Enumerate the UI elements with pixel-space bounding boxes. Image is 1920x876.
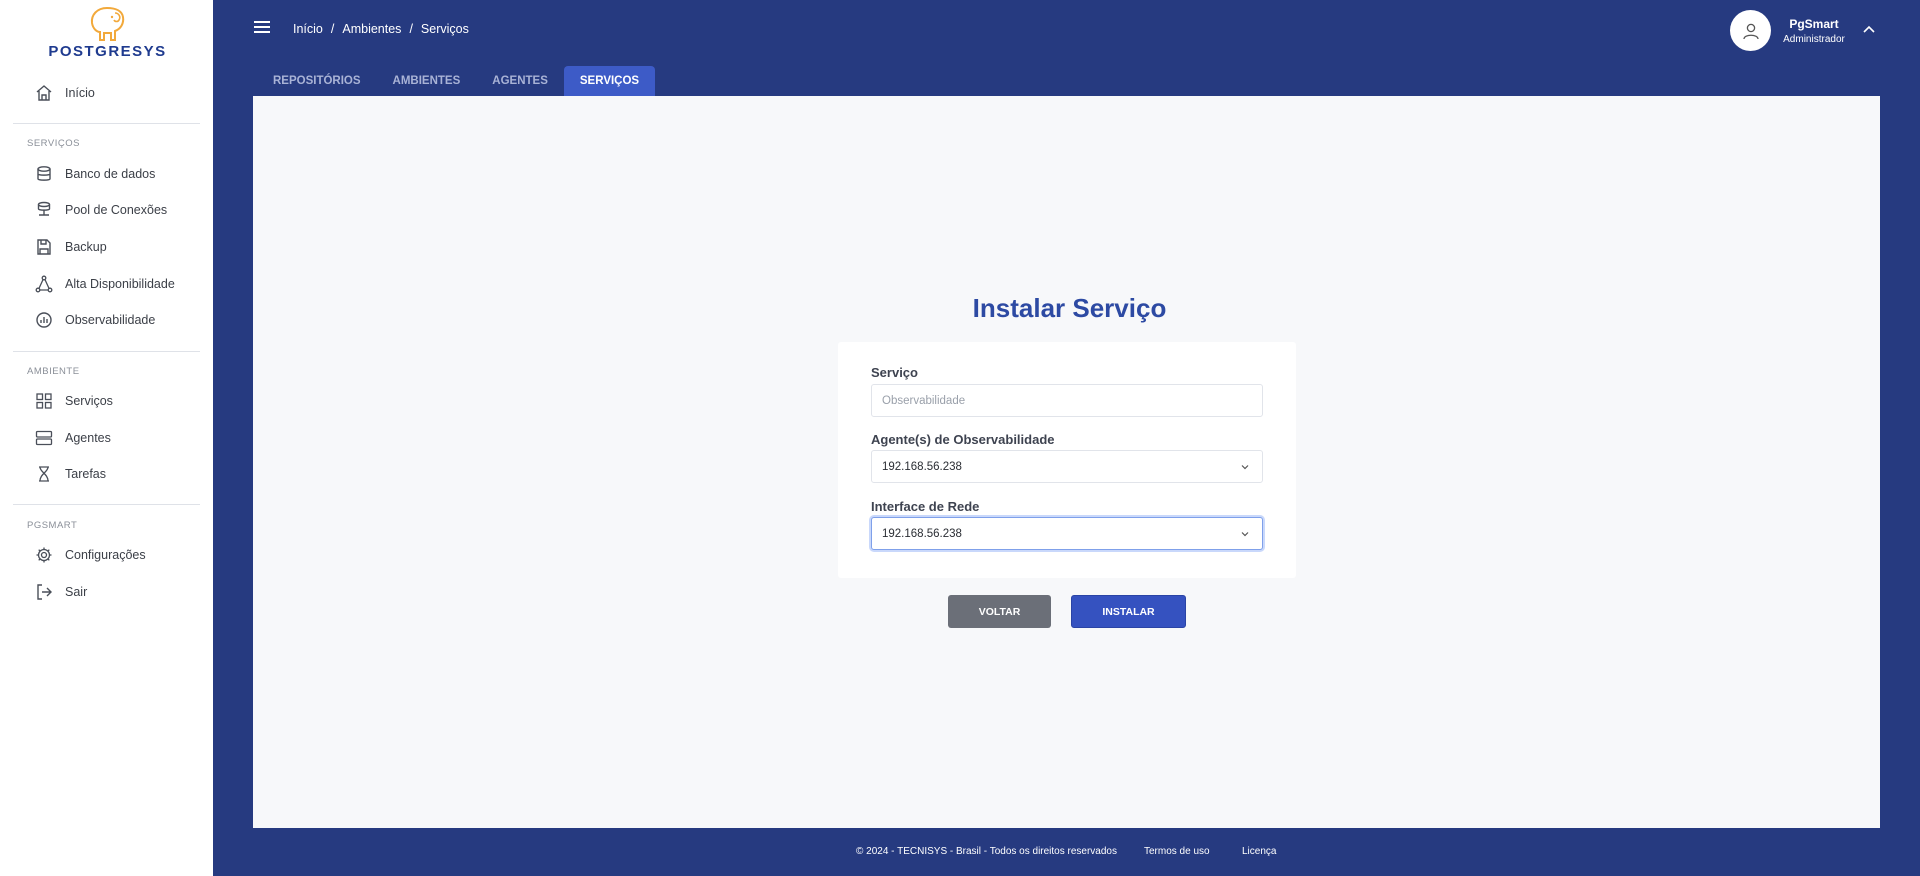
page-title: Instalar Serviço: [253, 293, 1880, 324]
user-icon: [1742, 23, 1759, 39]
tab-repositorios[interactable]: REPOSITÓRIOS: [257, 66, 377, 96]
user-name: PgSmart: [1789, 17, 1839, 31]
elephant-logo-icon: [90, 6, 125, 41]
hourglass-icon: [33, 463, 55, 485]
interface-label: Interface de Rede: [871, 499, 980, 514]
tab-agentes[interactable]: AGENTES: [476, 66, 564, 96]
logo-text: POSTGRESYS: [48, 43, 167, 60]
service-input[interactable]: Observabilidade: [871, 384, 1263, 417]
service-label: Serviço: [871, 365, 918, 380]
logout-icon: [33, 581, 55, 603]
agents-select[interactable]: 192.168.56.238: [871, 450, 1263, 483]
sidebar-item-label: Serviços: [65, 394, 113, 408]
connection-pool-icon: [33, 199, 55, 221]
section-label-pgsmart: PGSMART: [27, 520, 78, 531]
sidebar-item-sair[interactable]: Sair: [33, 577, 87, 607]
logo[interactable]: POSTGRESYS: [35, 5, 180, 60]
chevron-down-icon: [1241, 465, 1249, 470]
sidebar-item-configuracoes[interactable]: Configurações: [33, 540, 146, 570]
sidebar-item-label: Backup: [65, 240, 107, 254]
sidebar-item-pool-de-conexoes[interactable]: Pool de Conexões: [33, 195, 167, 225]
sidebar-item-label: Alta Disponibilidade: [65, 277, 175, 291]
sidebar-item-label: Pool de Conexões: [65, 203, 168, 217]
sidebar-item-backup[interactable]: Backup: [33, 232, 107, 262]
breadcrumb-separator: /: [330, 22, 335, 36]
install-button[interactable]: INSTALAR: [1071, 595, 1186, 628]
sidebar-divider: [13, 504, 200, 505]
chevron-down-icon: [1241, 532, 1249, 537]
sidebar-item-label: Início: [65, 86, 95, 100]
interface-value: 192.168.56.238: [882, 527, 962, 540]
breadcrumb-separator: /: [409, 22, 413, 36]
breadcrumb-ambientes[interactable]: Ambientes: [342, 22, 401, 36]
user-role: Administrador: [1783, 34, 1845, 45]
home-icon: [33, 82, 55, 104]
agents-label: Agente(s) de Observabilidade: [871, 432, 1055, 447]
network-triangle-icon: [33, 273, 55, 295]
grid-icon: [33, 390, 55, 412]
tab-bar: REPOSITÓRIOS AMBIENTES AGENTES SERVIÇOS: [257, 66, 656, 96]
avatar[interactable]: [1730, 10, 1771, 51]
chevron-up-icon[interactable]: [1862, 24, 1876, 34]
hamburger-menu-icon[interactable]: [254, 21, 272, 35]
service-placeholder: Observabilidade: [882, 394, 966, 407]
main-panel: Instalar Serviço Serviço Observabilidade…: [253, 96, 1880, 828]
sidebar-item-banco-de-dados[interactable]: Banco de dados: [33, 159, 155, 189]
tab-ambientes[interactable]: AMBIENTES: [377, 66, 477, 96]
sidebar-item-agentes[interactable]: Agentes: [33, 423, 111, 453]
page-title-text: Instalar Serviço: [972, 293, 1167, 323]
sidebar-item-label: Observabilidade: [65, 313, 156, 327]
breadcrumb-inicio[interactable]: Início: [293, 22, 323, 36]
terms-link[interactable]: Termos de uso: [1144, 846, 1210, 857]
sidebar-item-tarefas[interactable]: Tarefas: [33, 459, 106, 489]
sidebar-item-label: Agentes: [65, 431, 111, 445]
breadcrumb-servicos: Serviços: [420, 22, 469, 36]
install-service-form: Serviço Observabilidade Agente(s) de Obs…: [838, 342, 1296, 578]
server-icon: [33, 427, 55, 449]
sidebar-item-label: Configurações: [65, 548, 146, 562]
sidebar-item-inicio[interactable]: Início: [33, 78, 95, 108]
sidebar-item-observabilidade[interactable]: Observabilidade: [33, 305, 155, 335]
footer: © 2024 - TECNISYS - Brasil - Todos os di…: [213, 846, 1920, 860]
license-link[interactable]: Licença: [1242, 846, 1276, 857]
copyright-text: © 2024 - TECNISYS - Brasil - Todos os di…: [856, 846, 1117, 857]
section-label-ambiente: AMBIENTE: [27, 366, 80, 377]
sidebar-item-servicos[interactable]: Serviços: [33, 386, 113, 416]
sidebar-item-label: Tarefas: [65, 467, 106, 481]
section-label-servicos: SERVIÇOS: [27, 138, 80, 149]
back-button[interactable]: VOLTAR: [948, 595, 1051, 628]
sidebar-item-label: Sair: [65, 585, 88, 599]
gear-icon: [33, 544, 55, 566]
sidebar-divider: [13, 351, 200, 352]
tab-servicos[interactable]: SERVIÇOS: [563, 66, 656, 96]
sidebar-item-label: Banco de dados: [65, 167, 156, 181]
sidebar: POSTGRESYS Início SERVIÇOS Banco de dado…: [0, 0, 213, 876]
save-icon: [33, 236, 55, 258]
sidebar-divider: [13, 123, 200, 124]
interface-select[interactable]: 192.168.56.238: [871, 517, 1263, 550]
sidebar-item-alta-disponibilidade[interactable]: Alta Disponibilidade: [33, 269, 175, 299]
breadcrumb: Início / Ambientes / Serviços: [293, 22, 469, 36]
database-icon: [33, 163, 55, 185]
agents-value: 192.168.56.238: [882, 460, 962, 473]
chart-pie-icon: [33, 309, 55, 331]
